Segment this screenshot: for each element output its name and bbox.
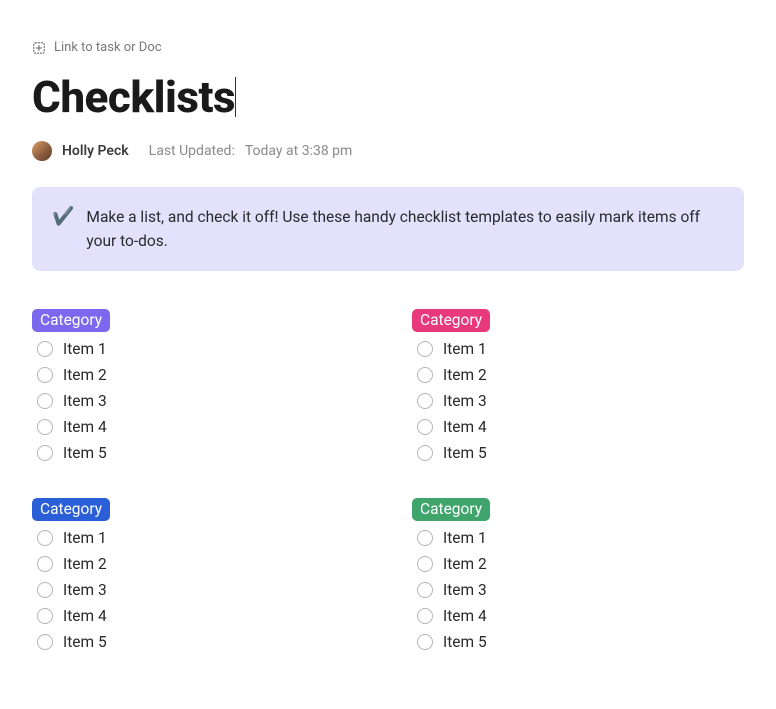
list-item: Item 3: [417, 392, 744, 410]
category-block: Category Item 1 Item 2 Item 3 Item 4 Ite…: [32, 309, 364, 462]
page-title[interactable]: Checklists: [32, 71, 235, 123]
radio-unchecked[interactable]: [37, 393, 53, 409]
list-item: Item 3: [417, 581, 744, 599]
link-task-doc[interactable]: Link to task or Doc: [32, 40, 744, 55]
item-label[interactable]: Item 2: [443, 366, 487, 384]
list-item: Item 5: [37, 633, 364, 651]
item-label[interactable]: Item 3: [63, 581, 107, 599]
avatar[interactable]: [32, 141, 52, 161]
radio-unchecked[interactable]: [37, 634, 53, 650]
last-updated-label: Last Updated:: [149, 143, 235, 159]
author-name[interactable]: Holly Peck: [62, 143, 129, 159]
callout-text: Make a list, and check it off! Use these…: [86, 205, 724, 253]
item-label[interactable]: Item 5: [63, 633, 107, 651]
item-label[interactable]: Item 2: [63, 555, 107, 573]
list-item: Item 5: [417, 633, 744, 651]
list-item: Item 1: [37, 340, 364, 358]
item-label[interactable]: Item 1: [63, 529, 107, 547]
list-item: Item 5: [417, 444, 744, 462]
radio-unchecked[interactable]: [417, 530, 433, 546]
link-add-icon: [32, 41, 46, 55]
category-block: Category Item 1 Item 2 Item 3 Item 4 Ite…: [32, 498, 364, 651]
radio-unchecked[interactable]: [37, 582, 53, 598]
category-label[interactable]: Category: [32, 498, 110, 521]
items-list: Item 1 Item 2 Item 3 Item 4 Item 5: [412, 340, 744, 462]
category-block: Category Item 1 Item 2 Item 3 Item 4 Ite…: [412, 498, 744, 651]
radio-unchecked[interactable]: [37, 341, 53, 357]
item-label[interactable]: Item 3: [63, 392, 107, 410]
text-cursor: [235, 77, 236, 117]
item-label[interactable]: Item 1: [443, 340, 487, 358]
meta-row: Holly Peck Last Updated: Today at 3:38 p…: [32, 141, 744, 161]
radio-unchecked[interactable]: [37, 530, 53, 546]
item-label[interactable]: Item 2: [63, 366, 107, 384]
list-item: Item 1: [37, 529, 364, 547]
radio-unchecked[interactable]: [417, 445, 433, 461]
item-label[interactable]: Item 3: [443, 392, 487, 410]
list-item: Item 2: [37, 366, 364, 384]
radio-unchecked[interactable]: [37, 556, 53, 572]
radio-unchecked[interactable]: [417, 341, 433, 357]
checklist-grid: Category Item 1 Item 2 Item 3 Item 4 Ite…: [32, 309, 744, 651]
radio-unchecked[interactable]: [417, 367, 433, 383]
item-label[interactable]: Item 5: [443, 444, 487, 462]
item-label[interactable]: Item 4: [63, 607, 107, 625]
list-item: Item 4: [417, 418, 744, 436]
item-label[interactable]: Item 1: [63, 340, 107, 358]
list-item: Item 1: [417, 340, 744, 358]
list-item: Item 4: [37, 607, 364, 625]
items-list: Item 1 Item 2 Item 3 Item 4 Item 5: [32, 529, 364, 651]
list-item: Item 3: [37, 392, 364, 410]
radio-unchecked[interactable]: [417, 556, 433, 572]
list-item: Item 2: [417, 366, 744, 384]
radio-unchecked[interactable]: [37, 608, 53, 624]
items-list: Item 1 Item 2 Item 3 Item 4 Item 5: [412, 529, 744, 651]
item-label[interactable]: Item 3: [443, 581, 487, 599]
category-block: Category Item 1 Item 2 Item 3 Item 4 Ite…: [412, 309, 744, 462]
item-label[interactable]: Item 1: [443, 529, 487, 547]
items-list: Item 1 Item 2 Item 3 Item 4 Item 5: [32, 340, 364, 462]
item-label[interactable]: Item 2: [443, 555, 487, 573]
radio-unchecked[interactable]: [417, 582, 433, 598]
checkmark-icon: ✔️: [52, 205, 74, 228]
radio-unchecked[interactable]: [417, 419, 433, 435]
list-item: Item 4: [417, 607, 744, 625]
category-label[interactable]: Category: [412, 498, 490, 521]
list-item: Item 2: [417, 555, 744, 573]
radio-unchecked[interactable]: [417, 608, 433, 624]
item-label[interactable]: Item 4: [443, 607, 487, 625]
list-item: Item 1: [417, 529, 744, 547]
item-label[interactable]: Item 4: [63, 418, 107, 436]
radio-unchecked[interactable]: [37, 445, 53, 461]
category-label[interactable]: Category: [32, 309, 110, 332]
radio-unchecked[interactable]: [417, 634, 433, 650]
last-updated-time: Today at 3:38 pm: [245, 143, 352, 159]
page-title-text: Checklists: [32, 71, 235, 123]
list-item: Item 3: [37, 581, 364, 599]
radio-unchecked[interactable]: [37, 367, 53, 383]
list-item: Item 2: [37, 555, 364, 573]
item-label[interactable]: Item 5: [63, 444, 107, 462]
info-callout: ✔️ Make a list, and check it off! Use th…: [32, 187, 744, 271]
category-label[interactable]: Category: [412, 309, 490, 332]
radio-unchecked[interactable]: [37, 419, 53, 435]
list-item: Item 5: [37, 444, 364, 462]
list-item: Item 4: [37, 418, 364, 436]
item-label[interactable]: Item 4: [443, 418, 487, 436]
radio-unchecked[interactable]: [417, 393, 433, 409]
item-label[interactable]: Item 5: [443, 633, 487, 651]
link-task-doc-label: Link to task or Doc: [54, 40, 162, 55]
